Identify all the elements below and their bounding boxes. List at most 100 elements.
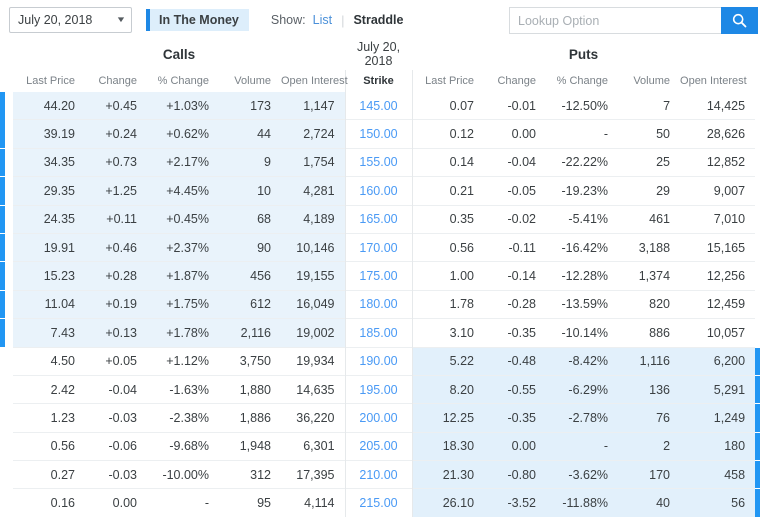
show-label: Show:	[270, 13, 306, 27]
call-change: +0.24	[85, 119, 147, 149]
call-pct-change: -1.63%	[147, 374, 219, 404]
itm-indicator-put	[755, 488, 768, 517]
itm-indicator-put	[755, 432, 768, 461]
itm-bar-call-icon	[0, 233, 5, 262]
put-volume: 170	[618, 460, 681, 489]
header-strike[interactable]: Strike	[344, 70, 413, 92]
table-row[interactable]: 24.35 +0.11 +0.45% 68 4,189 165.00 0.35 -0.02 -5…	[0, 204, 768, 234]
table-row[interactable]: 0.27 -0.03 -10.00% 312 17,395 210.00 21.30 -0.8…	[0, 460, 768, 489]
put-last-price: 0.21	[412, 176, 485, 206]
itm-bar-call-icon	[0, 404, 5, 431]
put-open-interest: 15,165	[680, 232, 756, 262]
put-change: -0.48	[484, 346, 547, 376]
itm-indicator-call	[0, 205, 13, 234]
call-open-interest: 19,155	[281, 261, 346, 291]
call-header-pct-change[interactable]: % Change	[147, 70, 219, 92]
strike-price-link[interactable]: 170.00	[344, 232, 413, 262]
put-header-last-price[interactable]: Last Price	[412, 70, 484, 92]
strike-price-link[interactable]: 200.00	[344, 403, 413, 433]
show-straddle-link[interactable]: Straddle	[353, 13, 403, 27]
itm-indicator-put	[755, 460, 768, 489]
table-row[interactable]: 0.56 -0.06 -9.68% 1,948 6,301 205.00 18.30 0.00…	[0, 431, 768, 461]
lookup-option-input[interactable]	[509, 7, 721, 34]
in-the-money-legend[interactable]: In The Money	[146, 9, 249, 31]
call-header-open-interest[interactable]: Open Interest	[281, 70, 348, 92]
options-chain-table: Calls July 20, 2018 Puts Last Price Chan…	[0, 40, 768, 517]
lookup-option-group	[509, 7, 758, 34]
strike-price-link[interactable]: 180.00	[344, 289, 413, 319]
expiration-date-select[interactable]: July 20, 2018 ▼	[9, 7, 132, 33]
call-open-interest: 6,301	[281, 431, 346, 461]
table-row[interactable]: 11.04 +0.19 +1.75% 612 16,049 180.00 1.78 -0.28…	[0, 289, 768, 319]
strike-price-link[interactable]: 160.00	[344, 176, 413, 206]
strike-price-link[interactable]: 155.00	[344, 147, 413, 177]
itm-indicator-call	[0, 261, 13, 291]
in-the-money-label: In The Money	[159, 13, 239, 27]
strike-price-link[interactable]: 150.00	[344, 119, 413, 149]
call-open-interest: 4,114	[281, 488, 346, 517]
put-volume: 3,188	[618, 232, 681, 262]
put-open-interest: 5,291	[680, 374, 756, 404]
table-row[interactable]: 34.35 +0.73 +2.17% 9 1,754 155.00 0.14 -0.04 -22…	[0, 147, 768, 177]
call-change: +0.46	[85, 232, 147, 262]
table-row[interactable]: 2.42 -0.04 -1.63% 1,880 14,635 195.00 8.20 -0.5…	[0, 374, 768, 404]
strike-price-link[interactable]: 185.00	[344, 318, 413, 348]
itm-bar-put-icon	[755, 319, 760, 346]
show-list-link[interactable]: List	[313, 13, 332, 27]
call-last-price: 0.56	[13, 431, 85, 461]
put-change: -0.80	[484, 460, 547, 489]
calls-group-title: Calls	[162, 46, 196, 62]
call-volume: 95	[219, 488, 281, 517]
strike-price-link[interactable]: 165.00	[344, 204, 413, 234]
strike-price-link[interactable]: 215.00	[344, 488, 413, 517]
table-row[interactable]: 15.23 +0.28 +1.87% 456 19,155 175.00 1.00 -0.14…	[0, 261, 768, 291]
itm-indicator-put	[755, 119, 768, 149]
put-open-interest: 458	[680, 460, 756, 489]
table-row[interactable]: 1.23 -0.03 -2.38% 1,886 36,220 200.00 12.25 -0.…	[0, 403, 768, 433]
put-volume: 2	[618, 431, 681, 461]
search-icon	[732, 13, 747, 28]
column-header-row: Last Price Change % Change Volume Open I…	[0, 70, 768, 92]
itm-indicator-put	[755, 403, 768, 433]
lookup-search-button[interactable]	[721, 7, 758, 34]
put-header-pct-change[interactable]: % Change	[546, 70, 618, 92]
call-header-last-price[interactable]: Last Price	[13, 70, 85, 92]
itm-bar-put-icon	[755, 291, 760, 318]
put-open-interest: 28,626	[680, 119, 756, 149]
itm-indicator-put	[755, 92, 768, 120]
table-row[interactable]: 19.91 +0.46 +2.37% 90 10,146 170.00 0.56 -0.11-…	[0, 232, 768, 262]
table-row[interactable]: 29.35 +1.25 +4.45% 10 4,281 160.00 0.21 -0.05 -1…	[0, 176, 768, 206]
call-header-change[interactable]: Change	[85, 70, 147, 92]
put-header-volume[interactable]: Volume	[618, 70, 680, 92]
strike-price-link[interactable]: 205.00	[344, 431, 413, 461]
call-pct-change: +1.03%	[147, 92, 219, 120]
strike-price-link[interactable]: 195.00	[344, 374, 413, 404]
itm-bar-call-icon	[0, 489, 5, 516]
call-header-volume[interactable]: Volume	[219, 70, 281, 92]
table-row[interactable]: 7.43 +0.13 +1.78% 2,116 19,002 185.00 3.10 -0.3…	[0, 318, 768, 348]
strike-price-link[interactable]: 210.00	[344, 460, 413, 489]
gutter-left-header	[0, 70, 13, 92]
put-pct-change: -12.28%	[546, 261, 619, 291]
table-row[interactable]: 0.16 0.00-95 4,114 215.00 26.10 -3.52 -11.88% 4…	[0, 488, 768, 517]
itm-bar-call-icon	[0, 177, 5, 205]
put-last-price: 1.00	[412, 261, 485, 291]
table-row[interactable]: 44.20 +0.45 +1.03% 173 1,147 145.00 0.07 -0.01 -…	[0, 92, 768, 120]
put-last-price: 3.10	[412, 318, 485, 348]
put-last-price: 0.07	[449, 98, 475, 113]
itm-bar-call-icon	[0, 376, 5, 403]
strike-price-link[interactable]: 190.00	[344, 346, 413, 376]
put-pct-change: -22.22%	[546, 147, 619, 177]
put-pct-change: -12.50%	[561, 98, 609, 113]
table-row[interactable]: 4.50 +0.05 +1.12% 3,750 19,934 190.00 5.22 -0.4…	[0, 346, 768, 376]
itm-indicator-call	[0, 375, 13, 404]
put-header-open-interest[interactable]: Open Interest	[680, 70, 755, 92]
put-header-change[interactable]: Change	[484, 70, 546, 92]
strike-price-link[interactable]: 175.00	[344, 261, 413, 291]
strike-price-link[interactable]: 145.00	[344, 92, 413, 120]
call-pct-change: -10.00%	[147, 460, 219, 489]
table-row[interactable]: 39.19 +0.24 +0.62% 44 2,724 150.00 0.12 0.00-50…	[0, 119, 768, 149]
itm-bar-put-icon	[755, 404, 761, 432]
put-last-price: 26.10	[412, 488, 485, 517]
call-volume: 1,948	[219, 431, 281, 461]
